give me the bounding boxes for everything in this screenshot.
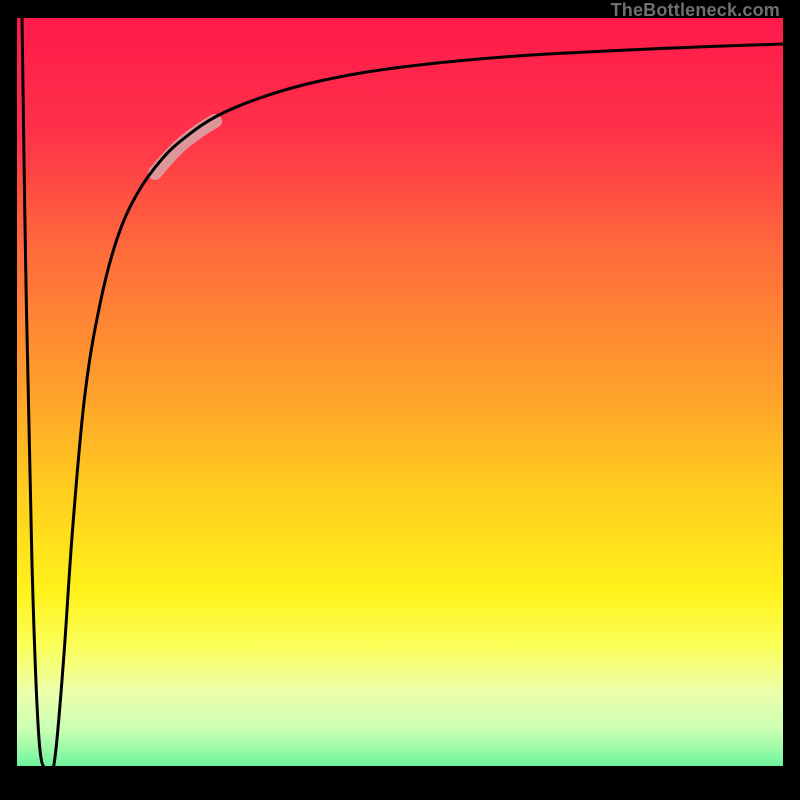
chart-frame: TheBottleneck.com [0,0,800,800]
main-curve [22,18,783,774]
watermark-text: TheBottleneck.com [611,0,780,21]
curve-layer [17,18,783,784]
highlight-segment [155,121,215,173]
plot-area [17,18,783,784]
